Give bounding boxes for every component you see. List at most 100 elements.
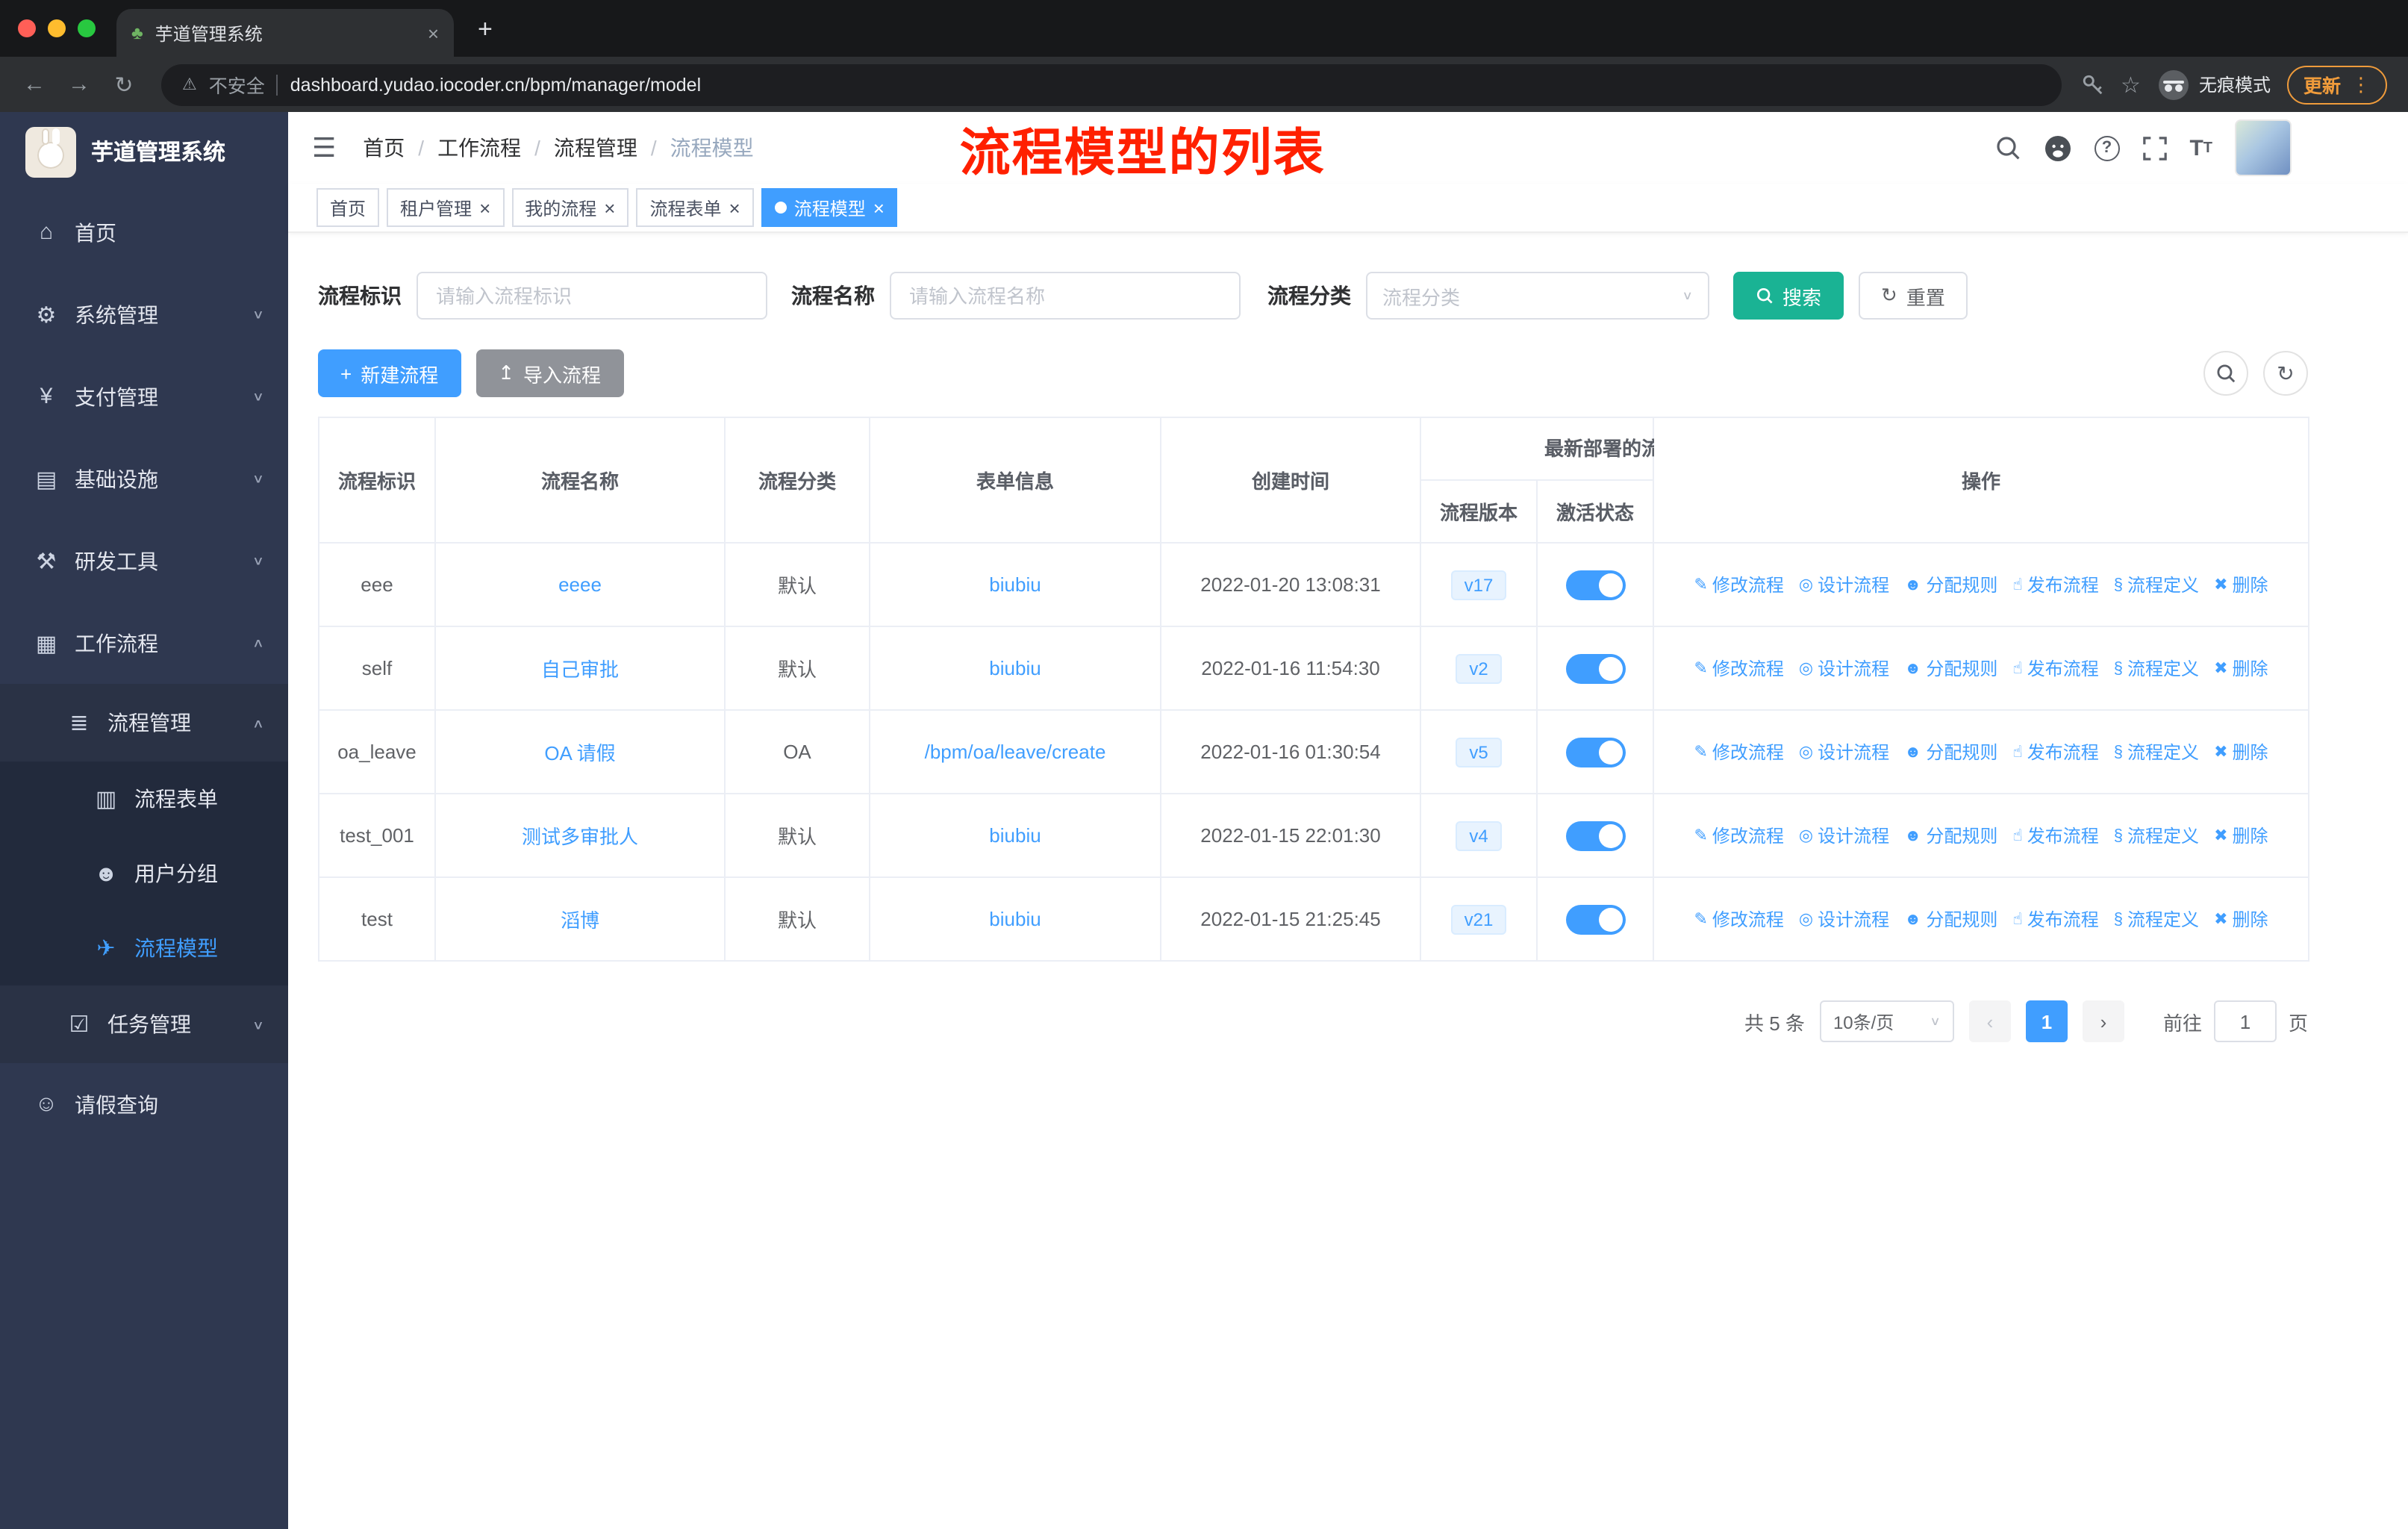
search-icon[interactable] bbox=[1994, 134, 2021, 161]
process-definition-link[interactable]: § 流程定义 bbox=[2114, 907, 2199, 932]
modify-process-link[interactable]: ✎ 修改流程 bbox=[1694, 655, 1783, 681]
back-icon[interactable]: ← bbox=[15, 72, 54, 97]
new-tab-button[interactable]: + bbox=[478, 15, 493, 45]
bookmark-star-icon[interactable]: ☆ bbox=[2121, 71, 2141, 98]
modify-process-link[interactable]: ✎ 修改流程 bbox=[1694, 906, 1783, 932]
logo-row[interactable]: 芋道管理系统 bbox=[0, 112, 288, 191]
process-definition-link[interactable]: § 流程定义 bbox=[2114, 823, 2199, 849]
sidebar-item-payment-manage[interactable]: ¥ 支付管理 ∨ bbox=[0, 355, 288, 437]
password-key-icon[interactable] bbox=[2079, 72, 2104, 97]
sidebar-item-task-manage[interactable]: ☑ 任务管理 ∨ bbox=[0, 985, 288, 1063]
status-toggle[interactable] bbox=[1565, 653, 1625, 683]
prev-page-button[interactable]: ‹ bbox=[1968, 1000, 2011, 1042]
delete-link[interactable]: ✖ 删除 bbox=[2214, 655, 2268, 681]
browser-menu-icon[interactable]: ⋮ bbox=[2351, 72, 2371, 96]
tag-租户管理[interactable]: 租户管理 × bbox=[387, 188, 505, 227]
sidebar-item-dev-tools[interactable]: ⚒ 研发工具 ∨ bbox=[0, 520, 288, 602]
reload-icon[interactable]: ↻ bbox=[105, 71, 143, 98]
publish-process-link[interactable]: ☝ 发布流程 bbox=[2012, 739, 2098, 764]
process-name-input[interactable] bbox=[890, 272, 1241, 320]
minimize-window-button[interactable] bbox=[48, 19, 66, 37]
delete-link[interactable]: ✖ 删除 bbox=[2214, 572, 2268, 597]
font-size-icon[interactable]: TT bbox=[2189, 135, 2212, 161]
process-name-link[interactable]: 测试多审批人 bbox=[522, 826, 638, 848]
assign-rule-link[interactable]: ☻ 分配规则 bbox=[1904, 907, 1997, 932]
sidebar-item-workflow[interactable]: ▦ 工作流程 ∧ bbox=[0, 602, 288, 684]
show-search-icon[interactable] bbox=[2203, 351, 2248, 396]
process-key-input[interactable] bbox=[417, 272, 767, 320]
collapse-sidebar-icon[interactable]: ☰ bbox=[312, 132, 336, 164]
process-definition-link[interactable]: § 流程定义 bbox=[2114, 573, 2199, 598]
tag-close-icon[interactable]: × bbox=[873, 198, 885, 217]
tag-流程表单[interactable]: 流程表单 × bbox=[636, 188, 754, 227]
search-button[interactable]: 搜索 bbox=[1733, 272, 1844, 320]
form-info-link[interactable]: biubiu bbox=[989, 908, 1041, 930]
import-process-button[interactable]: ↥ 导入流程 bbox=[475, 349, 624, 397]
sidebar-item-infrastructure[interactable]: ▤ 基础设施 ∨ bbox=[0, 437, 288, 520]
breadcrumb-home[interactable]: 首页 bbox=[363, 133, 405, 163]
fullscreen-icon[interactable] bbox=[2142, 135, 2167, 161]
process-definition-link[interactable]: § 流程定义 bbox=[2114, 740, 2199, 765]
publish-process-link[interactable]: ☝ 发布流程 bbox=[2012, 572, 2098, 597]
modify-process-link[interactable]: ✎ 修改流程 bbox=[1694, 572, 1783, 597]
tag-流程模型[interactable]: 流程模型 × bbox=[761, 188, 898, 227]
modify-process-link[interactable]: ✎ 修改流程 bbox=[1694, 739, 1783, 764]
page-size-select[interactable]: 10条/页 ∨ bbox=[1819, 1000, 1954, 1042]
forward-icon[interactable]: → bbox=[60, 72, 99, 97]
browser-tab[interactable]: ♣ 芋道管理系统 × bbox=[116, 9, 454, 57]
tag-close-icon[interactable]: × bbox=[479, 198, 490, 217]
tag-我的流程[interactable]: 我的流程 × bbox=[511, 188, 629, 227]
process-name-link[interactable]: eeee bbox=[558, 573, 602, 596]
design-process-link[interactable]: ◎ 设计流程 bbox=[1799, 572, 1889, 597]
status-toggle[interactable] bbox=[1565, 737, 1625, 767]
sidebar-item-process-manage[interactable]: ≣ 流程管理 ∧ bbox=[0, 684, 288, 762]
breadcrumb-workflow[interactable]: 工作流程 bbox=[437, 133, 521, 163]
design-process-link[interactable]: ◎ 设计流程 bbox=[1799, 823, 1889, 848]
github-icon[interactable] bbox=[2043, 134, 2071, 162]
design-process-link[interactable]: ◎ 设计流程 bbox=[1799, 739, 1889, 764]
process-definition-link[interactable]: § 流程定义 bbox=[2114, 656, 2199, 682]
tab-close-icon[interactable]: × bbox=[428, 22, 439, 44]
breadcrumb-process-manage[interactable]: 流程管理 bbox=[554, 133, 637, 163]
next-page-button[interactable]: › bbox=[2082, 1000, 2124, 1042]
process-name-link[interactable]: 自己审批 bbox=[541, 658, 619, 681]
form-info-link[interactable]: /bpm/oa/leave/create bbox=[925, 741, 1106, 763]
process-name-link[interactable]: OA 请假 bbox=[544, 742, 615, 764]
sidebar-item-process-form[interactable]: ▥ 流程表单 bbox=[0, 762, 288, 836]
sidebar-item-home[interactable]: ⌂ 首页 bbox=[0, 191, 288, 273]
modify-process-link[interactable]: ✎ 修改流程 bbox=[1694, 823, 1783, 848]
assign-rule-link[interactable]: ☻ 分配规则 bbox=[1904, 823, 1997, 849]
create-process-button[interactable]: + 新建流程 bbox=[318, 349, 461, 397]
delete-link[interactable]: ✖ 删除 bbox=[2214, 906, 2268, 932]
design-process-link[interactable]: ◎ 设计流程 bbox=[1799, 906, 1889, 932]
reset-button[interactable]: ↻ 重置 bbox=[1859, 272, 1968, 320]
publish-process-link[interactable]: ☝ 发布流程 bbox=[2012, 823, 2098, 848]
assign-rule-link[interactable]: ☻ 分配规则 bbox=[1904, 740, 1997, 765]
maximize-window-button[interactable] bbox=[78, 19, 96, 37]
delete-link[interactable]: ✖ 删除 bbox=[2214, 823, 2268, 848]
sidebar-item-user-group[interactable]: ☻ 用户分组 bbox=[0, 836, 288, 911]
help-icon[interactable]: ? bbox=[2094, 135, 2120, 161]
publish-process-link[interactable]: ☝ 发布流程 bbox=[2012, 655, 2098, 681]
design-process-link[interactable]: ◎ 设计流程 bbox=[1799, 655, 1889, 681]
refresh-icon[interactable]: ↻ bbox=[2263, 351, 2308, 396]
current-page-button[interactable]: 1 bbox=[2025, 1000, 2068, 1042]
tag-close-icon[interactable]: × bbox=[604, 198, 615, 217]
form-info-link[interactable]: biubiu bbox=[989, 824, 1041, 847]
tag-close-icon[interactable]: × bbox=[729, 198, 740, 217]
sidebar-item-process-model[interactable]: ✈ 流程模型 bbox=[0, 911, 288, 985]
goto-page-input[interactable] bbox=[2213, 1000, 2277, 1042]
process-name-link[interactable]: 滔博 bbox=[561, 909, 599, 932]
tag-首页[interactable]: 首页 bbox=[316, 188, 380, 227]
user-avatar[interactable] bbox=[2235, 119, 2292, 176]
status-toggle[interactable] bbox=[1565, 904, 1625, 934]
form-info-link[interactable]: biubiu bbox=[989, 573, 1041, 596]
publish-process-link[interactable]: ☝ 发布流程 bbox=[2012, 906, 2098, 932]
assign-rule-link[interactable]: ☻ 分配规则 bbox=[1904, 573, 1997, 598]
chrome-update-button[interactable]: 更新 ⋮ bbox=[2286, 65, 2387, 104]
assign-rule-link[interactable]: ☻ 分配规则 bbox=[1904, 656, 1997, 682]
status-toggle[interactable] bbox=[1565, 570, 1625, 600]
close-window-button[interactable] bbox=[18, 19, 36, 37]
status-toggle[interactable] bbox=[1565, 820, 1625, 850]
form-info-link[interactable]: biubiu bbox=[989, 657, 1041, 679]
